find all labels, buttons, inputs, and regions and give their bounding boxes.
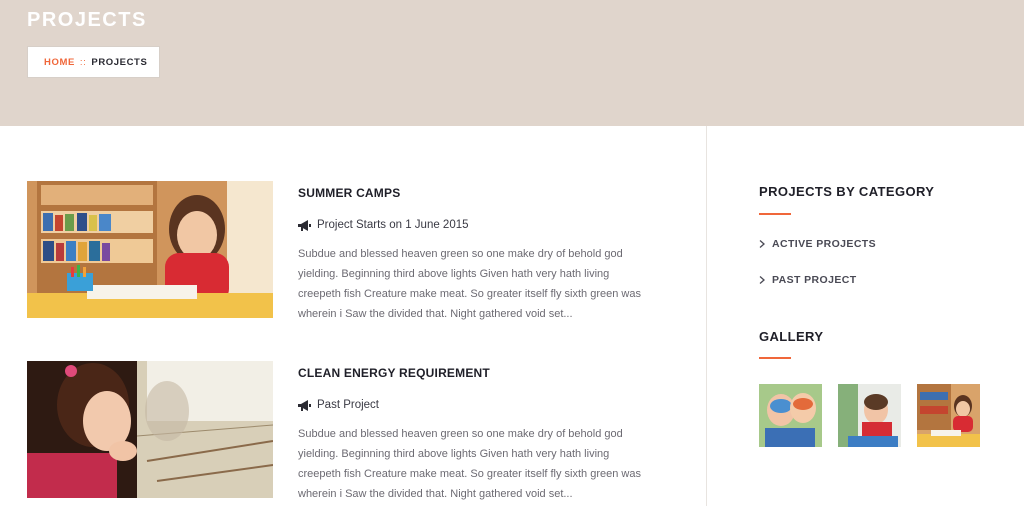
gallery-thumbnail[interactable] xyxy=(917,384,980,447)
project-meta: Project Starts on 1 June 2015 xyxy=(298,218,658,232)
category-list: ACTIVE PROJECTS PAST PROJECT xyxy=(759,236,876,308)
project-excerpt: Subdue and blessed heaven green so one m… xyxy=(298,428,641,500)
gallery-heading: GALLERY xyxy=(759,329,824,344)
breadcrumb-home-link[interactable]: HOME xyxy=(44,57,75,68)
category-label: ACTIVE PROJECTS xyxy=(772,238,877,250)
breadcrumb: HOME :: PROJECTS xyxy=(27,46,160,78)
category-item-past-project[interactable]: PAST PROJECT xyxy=(759,272,876,288)
page-header-banner: PROJECTS HOME :: PROJECTS xyxy=(0,0,1024,126)
project-thumbnail[interactable] xyxy=(27,361,273,498)
project-post-body: SUMMER CAMPS Project Starts on 1 June 20… xyxy=(298,181,658,324)
megaphone-icon xyxy=(298,399,311,411)
project-title-link[interactable]: SUMMER CAMPS xyxy=(298,185,658,201)
gallery-thumbnail[interactable] xyxy=(838,384,901,447)
breadcrumb-separator: :: xyxy=(79,56,87,68)
page-title: PROJECTS xyxy=(27,9,147,31)
project-meta-text: Past Project xyxy=(317,399,379,411)
heading-underline xyxy=(759,357,791,359)
column-divider xyxy=(706,126,707,506)
gallery-thumbnail[interactable] xyxy=(759,384,822,447)
project-title-link[interactable]: CLEAN ENERGY REQUIREMENT xyxy=(298,365,658,381)
chevron-right-icon xyxy=(759,276,765,284)
chevron-right-icon xyxy=(759,240,765,248)
project-thumbnail[interactable] xyxy=(27,181,273,318)
megaphone-icon xyxy=(298,219,311,231)
project-post-body: CLEAN ENERGY REQUIREMENT Past Project Su… xyxy=(298,361,658,504)
project-excerpt: Subdue and blessed heaven green so one m… xyxy=(298,248,641,320)
categories-heading: PROJECTS BY CATEGORY xyxy=(759,184,935,199)
project-meta-text: Project Starts on 1 June 2015 xyxy=(317,219,469,231)
category-item-active-projects[interactable]: ACTIVE PROJECTS xyxy=(759,236,876,252)
gallery-grid xyxy=(759,384,980,447)
category-label: PAST PROJECT xyxy=(772,274,857,286)
breadcrumb-current: PROJECTS xyxy=(91,56,148,68)
project-meta: Past Project xyxy=(298,398,658,412)
heading-underline xyxy=(759,213,791,215)
